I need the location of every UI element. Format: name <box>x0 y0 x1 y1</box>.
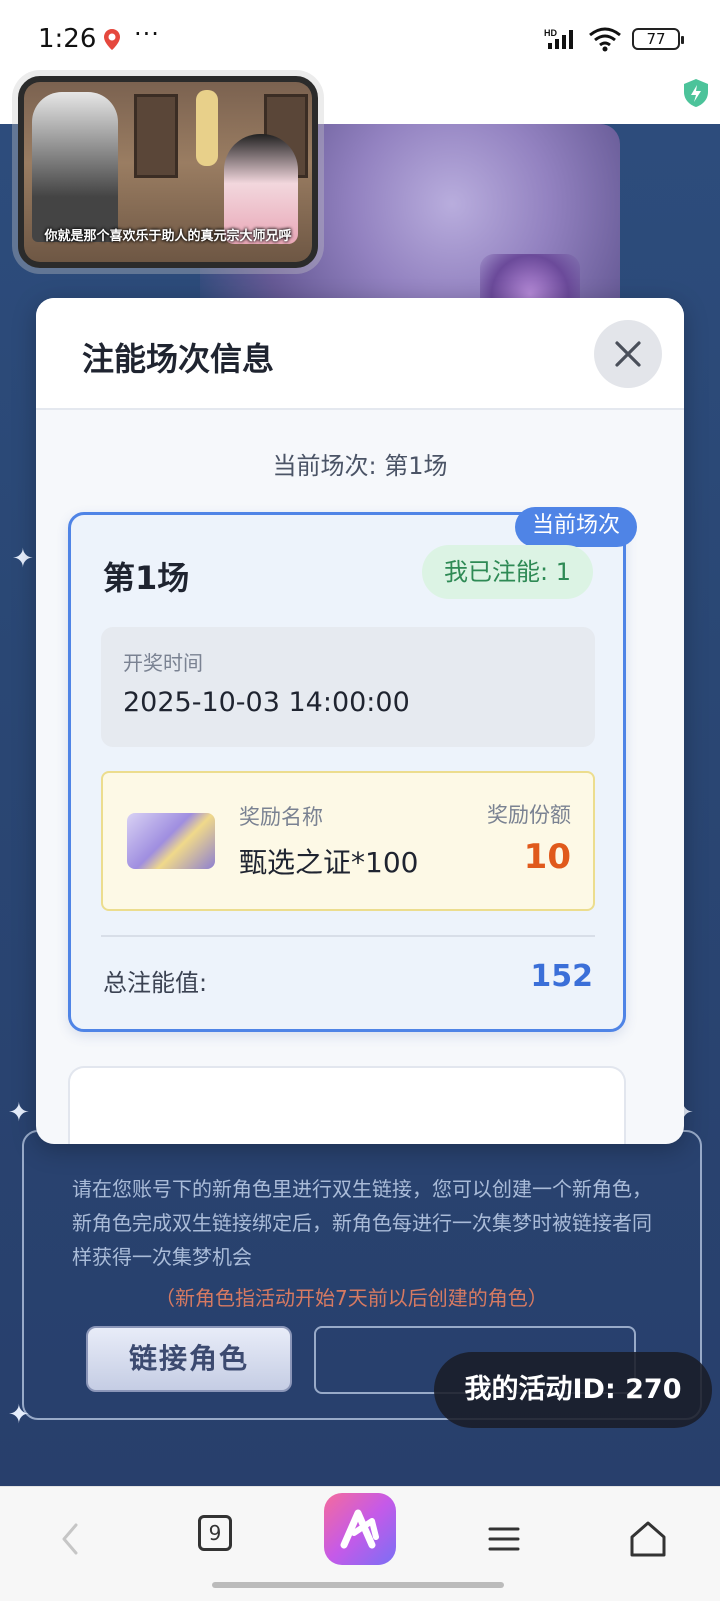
home-indicator[interactable] <box>212 1582 504 1588</box>
twin-link-description: 请在您账号下的新角色里进行双生链接，您可以创建一个新角色，新角色完成双生链接绑定… <box>72 1177 652 1269</box>
current-session-text: 当前场次: 第1场 <box>272 452 448 480</box>
twin-link-note: （新角色指活动开始7天前以后创建的角色） <box>155 1286 548 1310</box>
divider <box>101 935 595 937</box>
total-energy-value: 152 <box>530 959 593 994</box>
draw-time-box: 开奖时间 2025-10-03 14:00:00 <box>101 627 595 747</box>
shield-icon[interactable] <box>682 78 710 108</box>
video-lantern-decor <box>196 90 218 166</box>
menu-icon[interactable] <box>474 1509 534 1569</box>
back-icon[interactable] <box>40 1509 100 1569</box>
modal-header: 注能场次信息 <box>36 298 684 410</box>
reward-box: 奖励名称 甄选之证*100 奖励份额 10 <box>101 771 595 911</box>
logo-icon <box>340 1509 379 1549</box>
total-energy-label: 总注能值: <box>103 969 208 997</box>
reward-share-label: 奖励份额 <box>487 803 571 827</box>
next-session-card[interactable] <box>68 1066 626 1144</box>
floating-video-player[interactable]: 你就是那个喜欢乐于助人的真元宗大师兄呼 <box>18 76 318 268</box>
session-title: 第1场 <box>103 559 190 597</box>
video-frame: 你就是那个喜欢乐于助人的真元宗大师兄呼 <box>24 82 312 262</box>
session-info-modal: 注能场次信息 当前场次: 第1场 当前场次 第1场 我已注能: 1 开奖时间 2… <box>36 298 684 1144</box>
video-subtitle: 你就是那个喜欢乐于助人的真元宗大师兄呼 <box>44 229 292 244</box>
reward-item-image <box>127 813 215 869</box>
close-icon <box>615 341 641 367</box>
app-logo-button[interactable] <box>324 1493 396 1565</box>
signal-icon: HD <box>544 28 573 49</box>
video-window-decor <box>134 94 178 178</box>
battery-indicator: 77 <box>632 28 684 50</box>
sparkle-icon: ✦ <box>12 544 34 574</box>
svg-text:HD: HD <box>544 28 557 38</box>
reward-name-label: 奖励名称 <box>239 805 323 829</box>
modal-title: 注能场次信息 <box>82 340 275 378</box>
reward-share-value: 10 <box>523 837 571 877</box>
location-pin-icon <box>104 29 120 50</box>
session-card[interactable]: 当前场次 第1场 我已注能: 1 开奖时间 2025-10-03 14:00:0… <box>68 507 637 1032</box>
my-energy-badge: 我已注能: 1 <box>422 545 593 599</box>
status-time: 1:26 <box>38 24 97 54</box>
sparkle-icon: ✦ <box>8 1400 30 1430</box>
more-notifications-icon: ··· <box>134 20 160 48</box>
home-icon[interactable] <box>618 1509 678 1569</box>
video-character-left <box>32 92 118 242</box>
activity-id-badge[interactable]: 我的活动ID: 270 <box>434 1352 712 1428</box>
link-character-button[interactable]: 链接角色 <box>86 1326 292 1392</box>
sparkle-icon: ✦ <box>8 1098 30 1128</box>
current-session-tag: 当前场次 <box>515 507 637 547</box>
reward-name: 甄选之证*100 <box>239 846 419 879</box>
draw-time-label: 开奖时间 <box>123 651 203 675</box>
draw-time-value: 2025-10-03 14:00:00 <box>123 687 410 718</box>
wifi-icon <box>589 27 621 52</box>
close-button[interactable] <box>594 320 662 388</box>
status-bar: 1:26 ··· HD 77 <box>0 0 720 84</box>
tabs-button[interactable]: 9 <box>198 1515 232 1551</box>
